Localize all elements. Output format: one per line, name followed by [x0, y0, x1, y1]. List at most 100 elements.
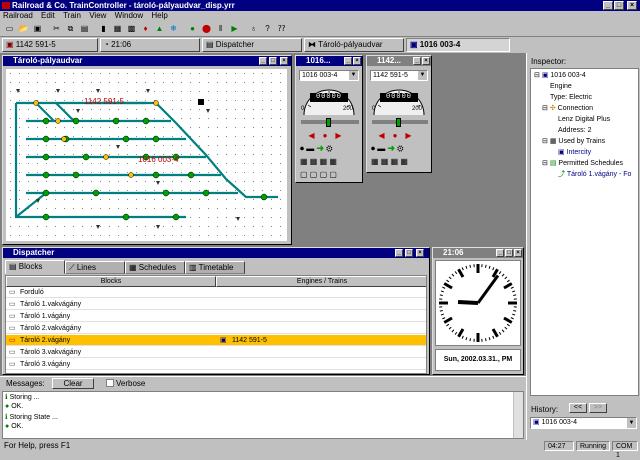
clock-maximize-button[interactable]: □	[505, 249, 513, 257]
cab2-function-row-2[interactable]: ▦ ▦ ▦ ▦	[371, 157, 427, 167]
train-label-1142[interactable]: 1142 591-5	[84, 97, 124, 106]
table-row[interactable]: ▭ Tároló 3.vágány	[6, 359, 426, 370]
verbose-checkbox[interactable]	[106, 379, 114, 387]
doctab-train-1016[interactable]: ▣ 1016 003-4	[406, 38, 510, 52]
cab1-title-bar[interactable]: 1016... _ ×	[296, 56, 362, 66]
clock-title-bar[interactable]: 21:06 _ □ ×	[433, 248, 523, 258]
open-icon[interactable]: 📂	[17, 22, 30, 35]
block-tool-icon[interactable]: ▩	[125, 22, 138, 35]
cab1-minimize-button[interactable]: _	[344, 57, 352, 65]
train-tool-icon[interactable]: ▮	[97, 22, 110, 35]
menu-railroad[interactable]: Railroad	[3, 11, 33, 20]
chevron-down-icon[interactable]: ▼	[418, 71, 427, 80]
cab1-function-row-2[interactable]: ▦ ▦ ▦ ▦	[300, 157, 358, 167]
tab-schedules[interactable]: ▦ Schedules	[125, 261, 185, 274]
history-back-button[interactable]: <<	[569, 403, 587, 413]
tab-timetable[interactable]: ▥ Timetable	[185, 261, 245, 274]
snowflake-icon[interactable]: ❄	[167, 22, 180, 35]
cab1-close-button[interactable]: ×	[353, 57, 361, 65]
history-forward-button[interactable]: >>	[589, 403, 607, 413]
doctab-train-1142[interactable]: ▣ 1142 591-5	[2, 38, 98, 52]
signal-tool-icon[interactable]: ●	[186, 22, 199, 35]
dispatcher-minimize-button[interactable]: _	[395, 249, 403, 257]
cut-icon[interactable]: ✂	[50, 22, 63, 35]
tree-node-engine[interactable]: Engine	[550, 82, 572, 91]
tree-node-connection[interactable]: ⊟ ✣ Connection	[542, 104, 593, 113]
schedule-tool-icon[interactable]: ▦	[111, 22, 124, 35]
table-row[interactable]: ▭ Tároló 1.vágány	[6, 311, 426, 322]
pause-icon[interactable]: ‖	[214, 22, 227, 35]
cab2-title-bar[interactable]: 1142... _ ×	[367, 56, 431, 66]
menu-help[interactable]: Help	[151, 11, 167, 20]
col-header-engines[interactable]: Engines / Trains	[216, 276, 427, 287]
history-select[interactable]: ▣ 1016 003-4▼	[530, 417, 637, 429]
turntable-tool-icon[interactable]: ▲	[153, 22, 166, 35]
cab1-slider-handle[interactable]	[326, 118, 331, 127]
chevron-down-icon[interactable]: ▼	[627, 418, 636, 428]
tree-node-used-by[interactable]: ⊟ ▦ Used by Trains	[542, 137, 605, 146]
tree-node-address[interactable]: Address: 2	[558, 126, 591, 135]
col-header-blocks[interactable]: Blocks	[6, 276, 216, 287]
context-help-icon[interactable]: ⁇	[275, 22, 288, 35]
dispatcher-close-button[interactable]: ×	[416, 249, 424, 257]
table-row[interactable]: ▭ Forduló	[6, 287, 426, 298]
clear-button[interactable]: Clear	[52, 378, 94, 389]
table-row[interactable]: ▭ Tároló 2.vágány▣1142 591-5	[6, 335, 426, 346]
doctab-layout[interactable]: ⧓ Tároló-pályaudvar	[304, 38, 404, 52]
collapse-icon[interactable]: ⊟	[534, 72, 540, 79]
table-row[interactable]: ▭ Tároló 1.vakvágány	[6, 299, 426, 310]
tree-node-type[interactable]: Type: Electric	[550, 93, 592, 102]
clock-minimize-button[interactable]: _	[496, 249, 504, 257]
cab2-slider-handle[interactable]	[396, 118, 401, 127]
collapse-icon[interactable]: ⊟	[542, 160, 548, 167]
switchboard-minimize-button[interactable]: _	[259, 57, 267, 65]
stop-icon[interactable]: ⬤	[200, 22, 213, 35]
help-icon[interactable]: ?	[261, 22, 274, 35]
clock-close-button[interactable]: ×	[514, 249, 522, 257]
paste-icon[interactable]: ▤	[78, 22, 91, 35]
minimize-button[interactable]: _	[603, 1, 613, 10]
table-row[interactable]: ▭ Tároló 2.vakvágány	[6, 323, 426, 334]
cab2-function-row-1[interactable]: ⏺ ▬ ➜ ⚙	[371, 144, 427, 154]
tree-node-train[interactable]: ⊟ ▣ 1016 003-4	[534, 71, 586, 80]
collapse-icon[interactable]: ⊟	[542, 138, 548, 145]
cab2-minimize-button[interactable]: _	[413, 57, 421, 65]
switchboard-title-bar[interactable]: Tároló-pályaudvar _ □ ×	[3, 56, 291, 66]
cab2-close-button[interactable]: ×	[422, 57, 430, 65]
lamp-icon[interactable]: ♁	[247, 22, 260, 35]
tree-node-schedules[interactable]: ⊟ ▤ Permitted Schedules	[542, 159, 623, 168]
switchboard-canvas[interactable]: 1142 591-5 1016 003-4	[6, 69, 287, 241]
menu-edit[interactable]: Edit	[41, 11, 55, 20]
go-icon[interactable]: ▶	[228, 22, 241, 35]
menu-train[interactable]: Train	[63, 11, 81, 20]
cab1-direction-buttons[interactable]: ◀●▶	[300, 131, 358, 140]
menu-window[interactable]: Window	[115, 11, 143, 20]
menu-view[interactable]: View	[89, 11, 106, 20]
cab2-train-select[interactable]: 1142 591-5▼	[370, 70, 428, 81]
copy-icon[interactable]: ⧉	[64, 22, 77, 35]
train-label-1016[interactable]: 1016 003-4	[138, 155, 178, 164]
chevron-down-icon[interactable]: ▼	[349, 71, 358, 80]
dispatcher-maximize-button[interactable]: □	[405, 249, 413, 257]
tree-node-digital[interactable]: Lenz Digital Plus	[558, 115, 610, 124]
cab2-direction-buttons[interactable]: ◀●▶	[371, 131, 427, 140]
collapse-icon[interactable]: ⊟	[542, 105, 548, 112]
table-row[interactable]: ▭ Tároló 3.vakvágány	[6, 347, 426, 358]
dispatcher-title-bar[interactable]: Dispatcher _ □ ×	[3, 248, 429, 258]
cab1-function-row-1[interactable]: ⏺ ▬ ➜ ⚙	[300, 144, 358, 154]
maximize-button[interactable]: □	[614, 1, 624, 10]
switchboard-close-button[interactable]: ×	[280, 57, 288, 65]
tab-blocks[interactable]: ▤ Blocks	[5, 260, 65, 274]
new-icon[interactable]: ▭	[3, 22, 16, 35]
close-button[interactable]: ×	[627, 1, 637, 10]
route-tool-icon[interactable]: ♦	[139, 22, 152, 35]
cab1-train-select[interactable]: 1016 003-4▼	[299, 70, 359, 81]
switchboard-maximize-button[interactable]: □	[269, 57, 277, 65]
save-icon[interactable]: ▣	[31, 22, 44, 35]
tree-node-schedule-item[interactable]: ⤴ Tároló 1.vágány - Fo	[558, 170, 631, 179]
cab1-function-row-3[interactable]: ▢ ▢ ▢ ▢	[300, 170, 358, 180]
tree-node-intercity[interactable]: ▣ Intercity	[558, 148, 591, 157]
doctab-dispatcher[interactable]: ▤ Dispatcher	[202, 38, 302, 52]
doctab-clock[interactable]: ◔ 21:06	[100, 38, 200, 52]
tab-lines[interactable]: ⟋ Lines	[65, 261, 125, 274]
